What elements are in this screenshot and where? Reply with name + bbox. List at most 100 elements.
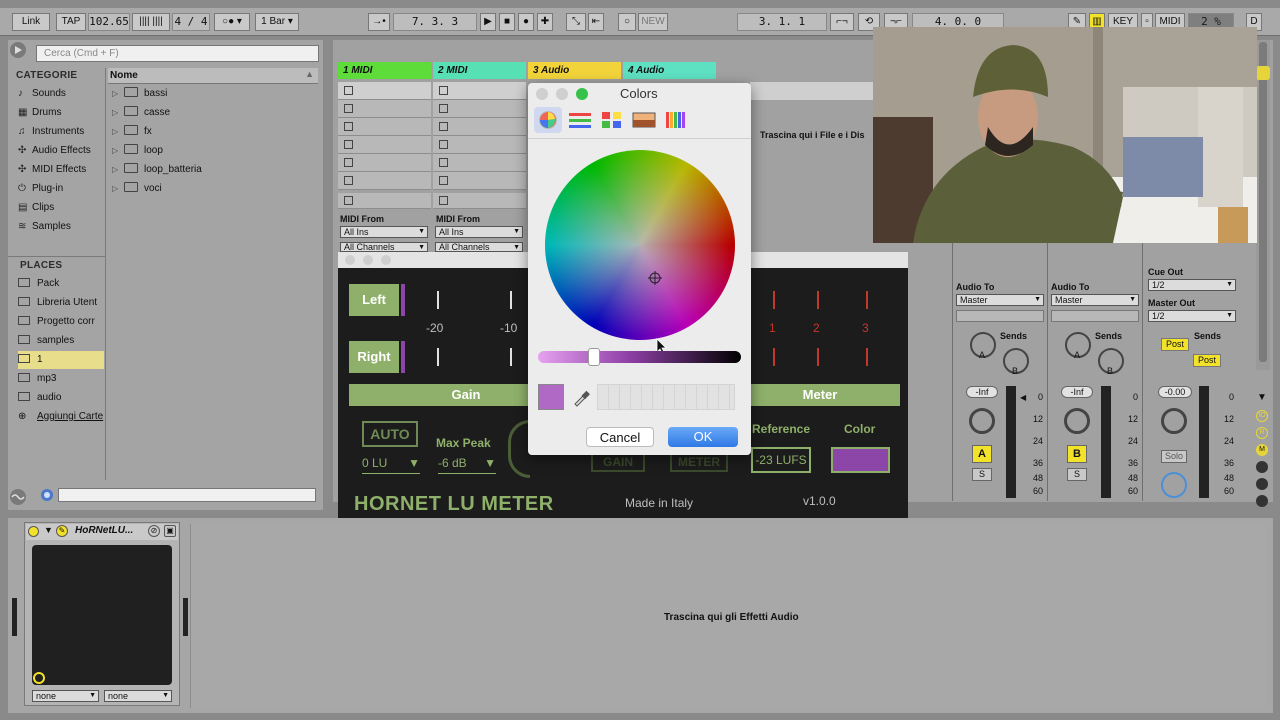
- clip-slot[interactable]: [433, 172, 526, 190]
- category-instruments[interactable]: ♫ Instruments: [18, 123, 84, 141]
- tempo-field[interactable]: 102.65: [88, 13, 130, 31]
- plugin-edit-icon[interactable]: ✎: [56, 525, 68, 537]
- midi-channel-select-1[interactable]: All Channels: [340, 242, 428, 252]
- auto-button[interactable]: AUTO: [362, 421, 418, 447]
- place-current-project[interactable]: Progetto corr: [18, 313, 104, 331]
- track-header-1[interactable]: 1 MIDI: [338, 62, 431, 79]
- back-to-arrangement-icon[interactable]: ⇤: [588, 13, 604, 31]
- category-drums[interactable]: ▦ Drums: [18, 104, 61, 122]
- midi-from-select-2[interactable]: All Ins: [435, 226, 523, 238]
- clip-stop-icon[interactable]: [344, 140, 353, 149]
- browser-toggle-icon[interactable]: [8, 40, 30, 60]
- master-volume-field[interactable]: -0.00: [1158, 386, 1192, 398]
- midi-channel-select-2[interactable]: All Channels: [435, 242, 523, 252]
- metronome-icon[interactable]: ○● ▾: [214, 13, 250, 31]
- clip-slot[interactable]: [338, 82, 431, 100]
- audio-to-select-4[interactable]: Master: [1051, 294, 1139, 306]
- zoom-icon[interactable]: [381, 255, 391, 265]
- brightness-slider[interactable]: [538, 348, 741, 366]
- clip-slot[interactable]: [433, 100, 526, 118]
- reference-field[interactable]: -23 LUFS: [751, 447, 811, 473]
- device-collapse-icon[interactable]: ▼: [44, 525, 53, 535]
- minimize-icon[interactable]: [556, 88, 568, 100]
- clip-slot[interactable]: [433, 118, 526, 136]
- browser-search-input[interactable]: Cerca (Cmd + F): [36, 45, 319, 62]
- clip-stop-icon[interactable]: [439, 86, 448, 95]
- nudge-icon[interactable]: |||| ||||: [132, 13, 170, 31]
- color-swatch-button[interactable]: [831, 447, 890, 473]
- groove-pool-icon[interactable]: [8, 487, 32, 507]
- crossfade-b-button[interactable]: B: [1067, 445, 1087, 463]
- expand-icon[interactable]: ▷: [112, 104, 124, 122]
- device-param-select-2[interactable]: none: [104, 690, 172, 702]
- folder-item[interactable]: ▷ loop_batteria: [112, 161, 202, 179]
- tap-tempo-button[interactable]: TAP: [56, 13, 86, 31]
- category-sounds[interactable]: ♪ Sounds: [18, 85, 66, 103]
- clip-slot[interactable]: [338, 172, 431, 190]
- delay-toggle-icon[interactable]: [1256, 461, 1268, 473]
- post-button-2[interactable]: Post: [1193, 354, 1221, 367]
- new-button[interactable]: NEW: [638, 13, 668, 31]
- track-header-2[interactable]: 2 MIDI: [433, 62, 526, 79]
- clip-stop-icon[interactable]: [439, 140, 448, 149]
- expand-icon[interactable]: ▷: [112, 123, 124, 141]
- master-pan-knob[interactable]: [1161, 408, 1187, 434]
- place-1-selected[interactable]: 1: [18, 351, 104, 369]
- io-toggle-icon[interactable]: IO: [1256, 410, 1268, 422]
- overdub-icon[interactable]: ✚: [537, 13, 553, 31]
- clip-slot-highlight[interactable]: [750, 82, 873, 100]
- clip-stop-icon[interactable]: [344, 176, 353, 185]
- solo-cue-button[interactable]: Solo: [1161, 450, 1187, 463]
- folder-item[interactable]: ▷ fx: [112, 123, 152, 141]
- close-icon[interactable]: [536, 88, 548, 100]
- clip-slot[interactable]: [338, 154, 431, 172]
- preview-waveform-area[interactable]: [58, 488, 316, 502]
- volume-field-3[interactable]: -Inf: [966, 386, 998, 398]
- device-save-icon[interactable]: ▣: [164, 525, 176, 537]
- device-unfold-icon[interactable]: ⊘: [148, 525, 160, 537]
- stop-clips-icon[interactable]: [344, 196, 353, 205]
- session-scrollbar[interactable]: [1256, 40, 1270, 370]
- expand-icon[interactable]: ▷: [112, 161, 124, 179]
- expand-icon[interactable]: ▷: [112, 142, 124, 160]
- color-sliders-tab[interactable]: [568, 110, 592, 130]
- category-audio-effects[interactable]: ✣ Audio Effects: [18, 142, 91, 160]
- cue-volume-knob[interactable]: [1161, 472, 1187, 498]
- expand-icon[interactable]: ▷: [112, 180, 124, 198]
- quantization-select[interactable]: 1 Bar ▾: [255, 13, 299, 31]
- meter-mode-button[interactable]: METER: [670, 452, 728, 472]
- place-mp3[interactable]: mp3: [18, 370, 104, 388]
- post-button-1[interactable]: Post: [1161, 338, 1189, 351]
- preview-headphones-icon[interactable]: [38, 488, 56, 502]
- track-header-3[interactable]: 3 Audio: [528, 62, 621, 79]
- custom-color-swatches[interactable]: [597, 384, 735, 410]
- place-user-library[interactable]: Libreria Utent: [18, 294, 104, 312]
- crossfade-a-button[interactable]: A: [972, 445, 992, 463]
- color-wheel[interactable]: [545, 150, 735, 340]
- record-icon[interactable]: ●: [518, 13, 534, 31]
- fader-handle-icon[interactable]: ◀: [1020, 393, 1026, 402]
- folder-item[interactable]: ▷ casse: [112, 104, 170, 122]
- image-palettes-tab[interactable]: [632, 110, 656, 130]
- clip-slot[interactable]: [338, 118, 431, 136]
- ok-button[interactable]: OK: [668, 427, 738, 447]
- cue-out-select[interactable]: 1/2: [1148, 279, 1236, 291]
- folder-item[interactable]: ▷ loop: [112, 142, 163, 160]
- cancel-button[interactable]: Cancel: [586, 427, 654, 447]
- crayons-tab[interactable]: [664, 110, 688, 130]
- color-palettes-tab[interactable]: [600, 110, 624, 130]
- expand-icon[interactable]: ▷: [112, 85, 124, 103]
- scrollbar-thumb[interactable]: [1259, 42, 1267, 362]
- audio-to-select-3[interactable]: Master: [956, 294, 1044, 306]
- gain-mode-button[interactable]: GAIN: [591, 452, 645, 472]
- close-icon[interactable]: [345, 255, 355, 265]
- follow-icon[interactable]: →•: [368, 13, 390, 31]
- minimize-icon[interactable]: [363, 255, 373, 265]
- clip-launch-toggle-icon[interactable]: [1256, 66, 1270, 80]
- midi-from-select-1[interactable]: All Ins: [340, 226, 428, 238]
- folder-item[interactable]: ▷ voci: [112, 180, 162, 198]
- clip-stop-icon[interactable]: [344, 122, 353, 131]
- time-signature-field[interactable]: 4 / 4: [172, 13, 210, 31]
- lu-value-select[interactable]: 0 LU ▼: [362, 456, 420, 474]
- automation-arm-icon[interactable]: ⤡: [566, 13, 586, 31]
